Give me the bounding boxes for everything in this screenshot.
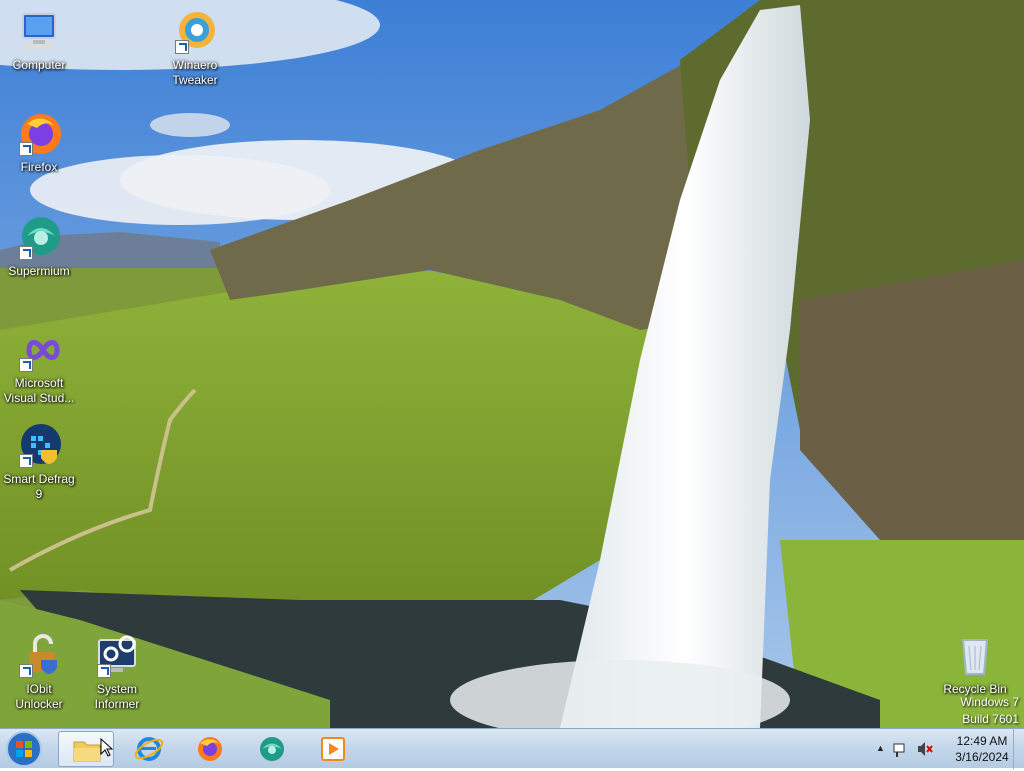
clock-date: 3/16/2024 — [955, 750, 1009, 764]
firefox-icon — [15, 110, 63, 158]
desktop-icon-iobit-unlocker[interactable]: IObit Unlocker — [1, 632, 77, 712]
unlocker-icon — [15, 632, 63, 680]
supermium-icon — [15, 214, 63, 262]
desktop-icon-firefox[interactable]: Firefox — [1, 110, 77, 175]
shortcut-arrow-icon — [19, 142, 33, 156]
watermark-line-1: Windows 7 — [960, 695, 1019, 709]
desktop-icon-computer[interactable]: Computer — [1, 8, 77, 73]
taskbar-item-supermium[interactable] — [244, 731, 300, 767]
shortcut-arrow-icon — [19, 664, 33, 678]
supermium-icon — [260, 737, 284, 761]
desktop-icon-smart-defrag[interactable]: Smart Defrag 9 — [1, 422, 77, 502]
recycle-bin-icon — [951, 632, 999, 680]
folder-icon — [73, 741, 101, 762]
shortcut-arrow-icon — [19, 454, 33, 468]
desktop-icon-label: Supermium — [8, 264, 70, 278]
winaero-tweaker-icon — [171, 8, 219, 56]
computer-icon — [15, 8, 63, 56]
system-clock[interactable]: 12:49 AM 3/16/2024 — [950, 733, 1014, 765]
media-player-icon — [321, 737, 345, 761]
shortcut-arrow-icon — [19, 246, 33, 260]
volume-muted-icon[interactable] — [916, 741, 934, 757]
desktop[interactable]: Computer Winaero Tweaker Firefox Supermi… — [0, 0, 1024, 728]
windows-build-watermark: Windows 7 Build 7601 — [960, 695, 1019, 727]
show-desktop-button[interactable] — [1013, 729, 1024, 769]
wallpaper — [0, 0, 1024, 728]
internet-explorer-icon — [134, 737, 164, 761]
desktop-icon-supermium[interactable]: Supermium — [1, 214, 77, 279]
taskbar-item-internet-explorer[interactable] — [121, 731, 177, 767]
desktop-icon-label: Firefox — [20, 160, 58, 174]
desktop-icon-label: IObit Unlocker — [15, 682, 63, 711]
desktop-icon-label: Smart Defrag 9 — [3, 472, 75, 501]
windows-orb-icon — [6, 731, 42, 767]
smart-defrag-icon — [15, 422, 63, 470]
shortcut-arrow-icon — [97, 664, 111, 678]
shortcut-arrow-icon — [19, 358, 33, 372]
desktop-icon-microsoft-visual-studio[interactable]: Microsoft Visual Stud... — [1, 326, 77, 406]
desktop-icon-label: System Informer — [94, 682, 140, 711]
desktop-icon-label: Winaero Tweaker — [172, 58, 218, 87]
mouse-cursor-icon — [100, 738, 114, 757]
taskbar: ▲ 12:49 AM 3/16/2024 — [0, 728, 1024, 769]
visual-studio-icon — [15, 326, 63, 374]
start-button[interactable] — [4, 730, 44, 768]
desktop-icon-label: Computer — [12, 58, 66, 72]
notification-area: ▲ 12:49 AM 3/16/2024 — [864, 729, 1024, 769]
system-informer-icon — [93, 632, 141, 680]
shortcut-arrow-icon — [175, 40, 189, 54]
desktop-icon-label: Microsoft Visual Stud... — [3, 376, 75, 405]
firefox-icon — [198, 737, 222, 761]
taskbar-item-firefox[interactable] — [182, 731, 238, 767]
taskbar-item-media-player[interactable] — [305, 731, 361, 767]
desktop-icon-recycle-bin[interactable]: Recycle Bin — [937, 632, 1013, 697]
watermark-line-2: Build 7601 — [962, 712, 1019, 726]
desktop-icon-system-informer[interactable]: System Informer — [79, 632, 155, 712]
show-hidden-icons-chevron-icon[interactable]: ▲ — [876, 743, 885, 753]
action-center-flag-icon[interactable] — [892, 742, 908, 758]
desktop-icon-winaero-tweaker[interactable]: Winaero Tweaker — [157, 8, 233, 88]
clock-time: 12:49 AM — [956, 734, 1008, 748]
